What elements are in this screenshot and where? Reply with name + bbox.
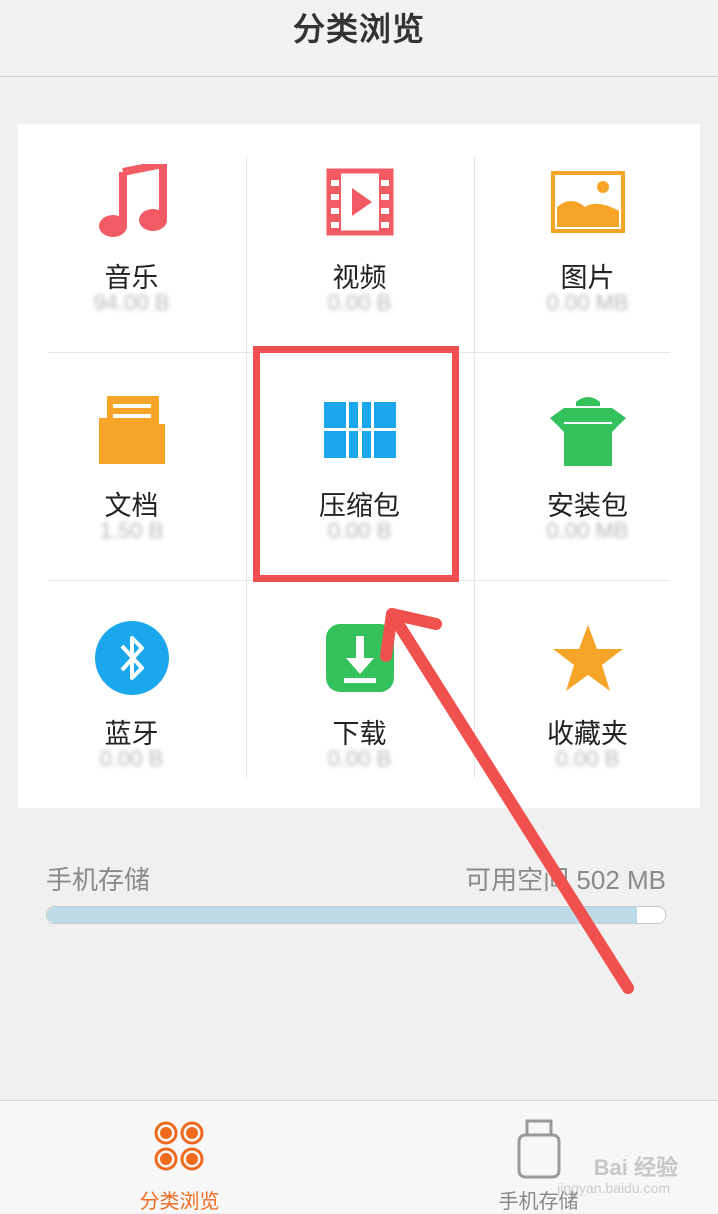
category-size: 0.00 B bbox=[99, 746, 164, 771]
bluetooth-icon bbox=[92, 618, 172, 698]
nav-category-browse[interactable]: 分类浏览 bbox=[0, 1101, 359, 1213]
video-film-icon bbox=[320, 162, 400, 242]
category-size: 0.00 MB bbox=[546, 290, 629, 315]
category-size: 1.50 B bbox=[99, 518, 164, 543]
watermark-url: jingyan.baidu.com bbox=[557, 1180, 670, 1196]
storage-title: 手机存储 bbox=[46, 865, 151, 895]
category-images[interactable]: 图片 0.00 MB bbox=[474, 124, 701, 352]
category-size: 0.00 B bbox=[327, 290, 392, 315]
storage-progress-fill bbox=[47, 907, 638, 923]
category-music[interactable]: 音乐 94.00 B bbox=[18, 124, 245, 352]
category-favorites[interactable]: 收藏夹 0.00 B bbox=[474, 580, 701, 808]
nav-label: 分类浏览 bbox=[139, 1191, 220, 1213]
category-documents[interactable]: 文档 1.50 B bbox=[18, 352, 245, 580]
category-size: 0.00 B bbox=[555, 746, 620, 771]
star-icon bbox=[548, 618, 628, 698]
android-package-icon bbox=[548, 390, 628, 470]
highlight-box bbox=[253, 346, 459, 582]
image-icon bbox=[548, 162, 628, 242]
category-size: 0.00 MB bbox=[546, 518, 629, 543]
storage-free-space: 可用空间 502 MB bbox=[465, 865, 666, 895]
music-note-icon bbox=[92, 162, 172, 242]
app-header: 分类浏览 bbox=[0, 0, 718, 77]
category-video[interactable]: 视频 0.00 B bbox=[246, 124, 473, 352]
usb-storage-icon bbox=[511, 1119, 567, 1179]
grid-dots-icon bbox=[152, 1119, 208, 1175]
storage-progress-bar bbox=[46, 906, 666, 924]
download-icon bbox=[320, 618, 400, 698]
watermark: Bai 经验 bbox=[593, 1155, 678, 1180]
category-size: 94.00 B bbox=[93, 290, 170, 315]
category-size: 0.00 B bbox=[327, 746, 392, 771]
folder-document-icon bbox=[92, 390, 172, 470]
page-title: 分类浏览 bbox=[292, 11, 425, 47]
category-bluetooth[interactable]: 蓝牙 0.00 B bbox=[18, 580, 245, 808]
category-downloads[interactable]: 下载 0.00 B bbox=[246, 580, 473, 808]
category-packages[interactable]: 安装包 0.00 MB bbox=[474, 352, 701, 580]
